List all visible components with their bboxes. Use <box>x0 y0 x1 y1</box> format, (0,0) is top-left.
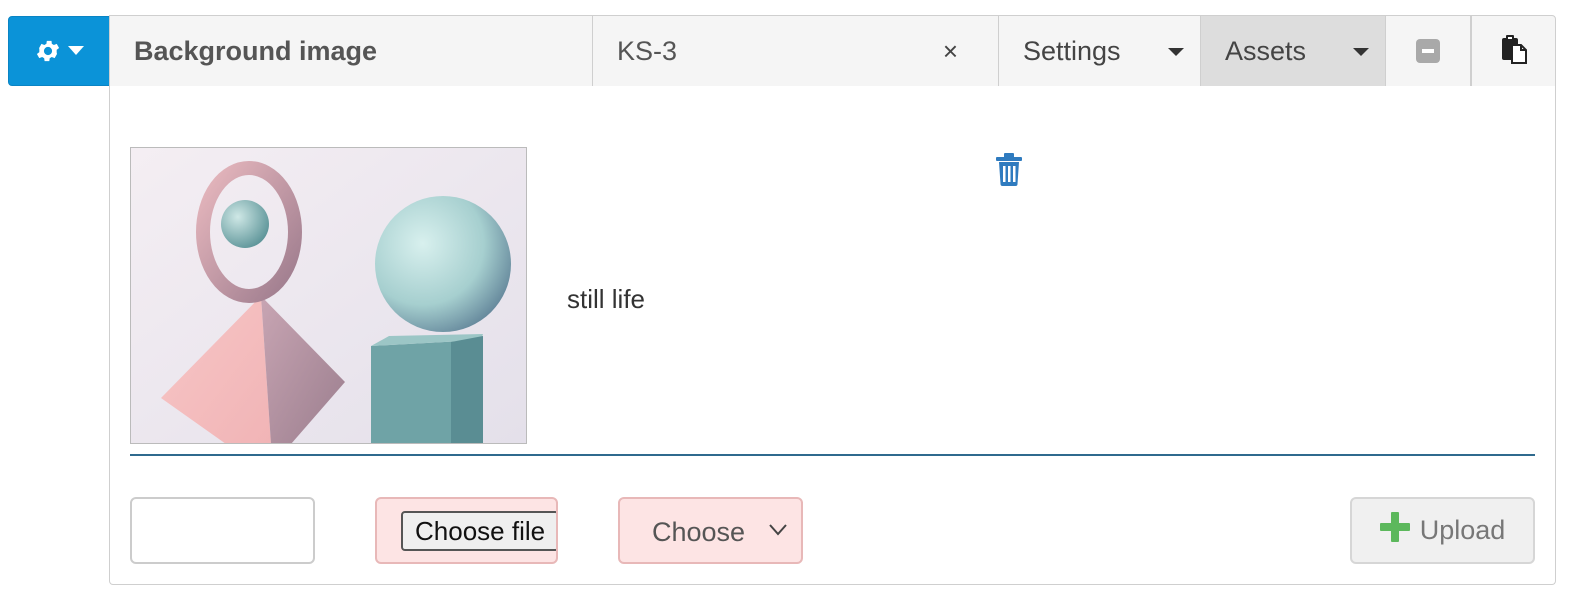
assets-label: Assets <box>1225 35 1307 66</box>
choose-file-button[interactable]: Choose file <box>401 511 556 551</box>
file-input[interactable]: Choose file <box>375 497 558 564</box>
settings-dropdown[interactable]: Settings <box>999 16 1201 86</box>
paste-icon <box>1499 34 1529 69</box>
clear-icon[interactable]: × <box>943 38 958 64</box>
asset-name-value: KS-3 <box>617 35 678 66</box>
upload-button[interactable]: Upload <box>1350 497 1535 564</box>
settings-label: Settings <box>1023 35 1121 66</box>
type-select-value: Choose <box>652 517 744 547</box>
plus-icon <box>1379 512 1410 549</box>
chevron-down-icon <box>769 523 787 541</box>
asset-thumbnail <box>130 147 527 444</box>
gear-icon <box>34 37 62 65</box>
upload-label: Upload <box>1419 515 1506 545</box>
type-select[interactable]: Choose <box>618 497 803 564</box>
collapse-button[interactable] <box>1386 16 1471 86</box>
minus-square-icon <box>1416 39 1440 63</box>
asset-name-field[interactable]: KS-3 × <box>593 16 999 86</box>
asset-text-input[interactable] <box>130 497 315 564</box>
caret-down-icon <box>68 46 84 56</box>
assets-dropdown[interactable]: Assets <box>1201 16 1386 86</box>
divider <box>130 454 1535 456</box>
asset-caption: still life <box>567 284 646 314</box>
asset-editor: Background image KS-3 × Settings Assets <box>0 0 1578 598</box>
panel-header: Background image KS-3 × Settings Assets <box>109 15 1556 87</box>
panel-body: still life Choose file Choose Upload <box>109 86 1556 585</box>
caret-down-icon <box>1353 48 1369 56</box>
trash-icon[interactable] <box>994 152 1024 191</box>
paste-button[interactable] <box>1471 16 1555 86</box>
gear-menu-button[interactable] <box>8 16 110 86</box>
caret-down-icon <box>1168 48 1184 56</box>
panel-title: Background image <box>110 16 593 86</box>
